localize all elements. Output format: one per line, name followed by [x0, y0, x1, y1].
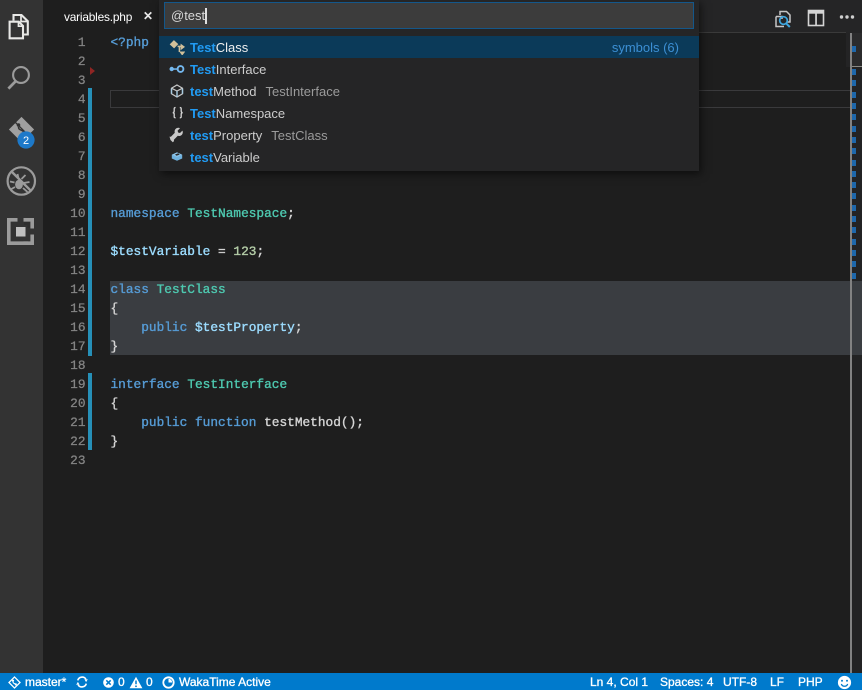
svg-text:2: 2 [23, 135, 29, 147]
